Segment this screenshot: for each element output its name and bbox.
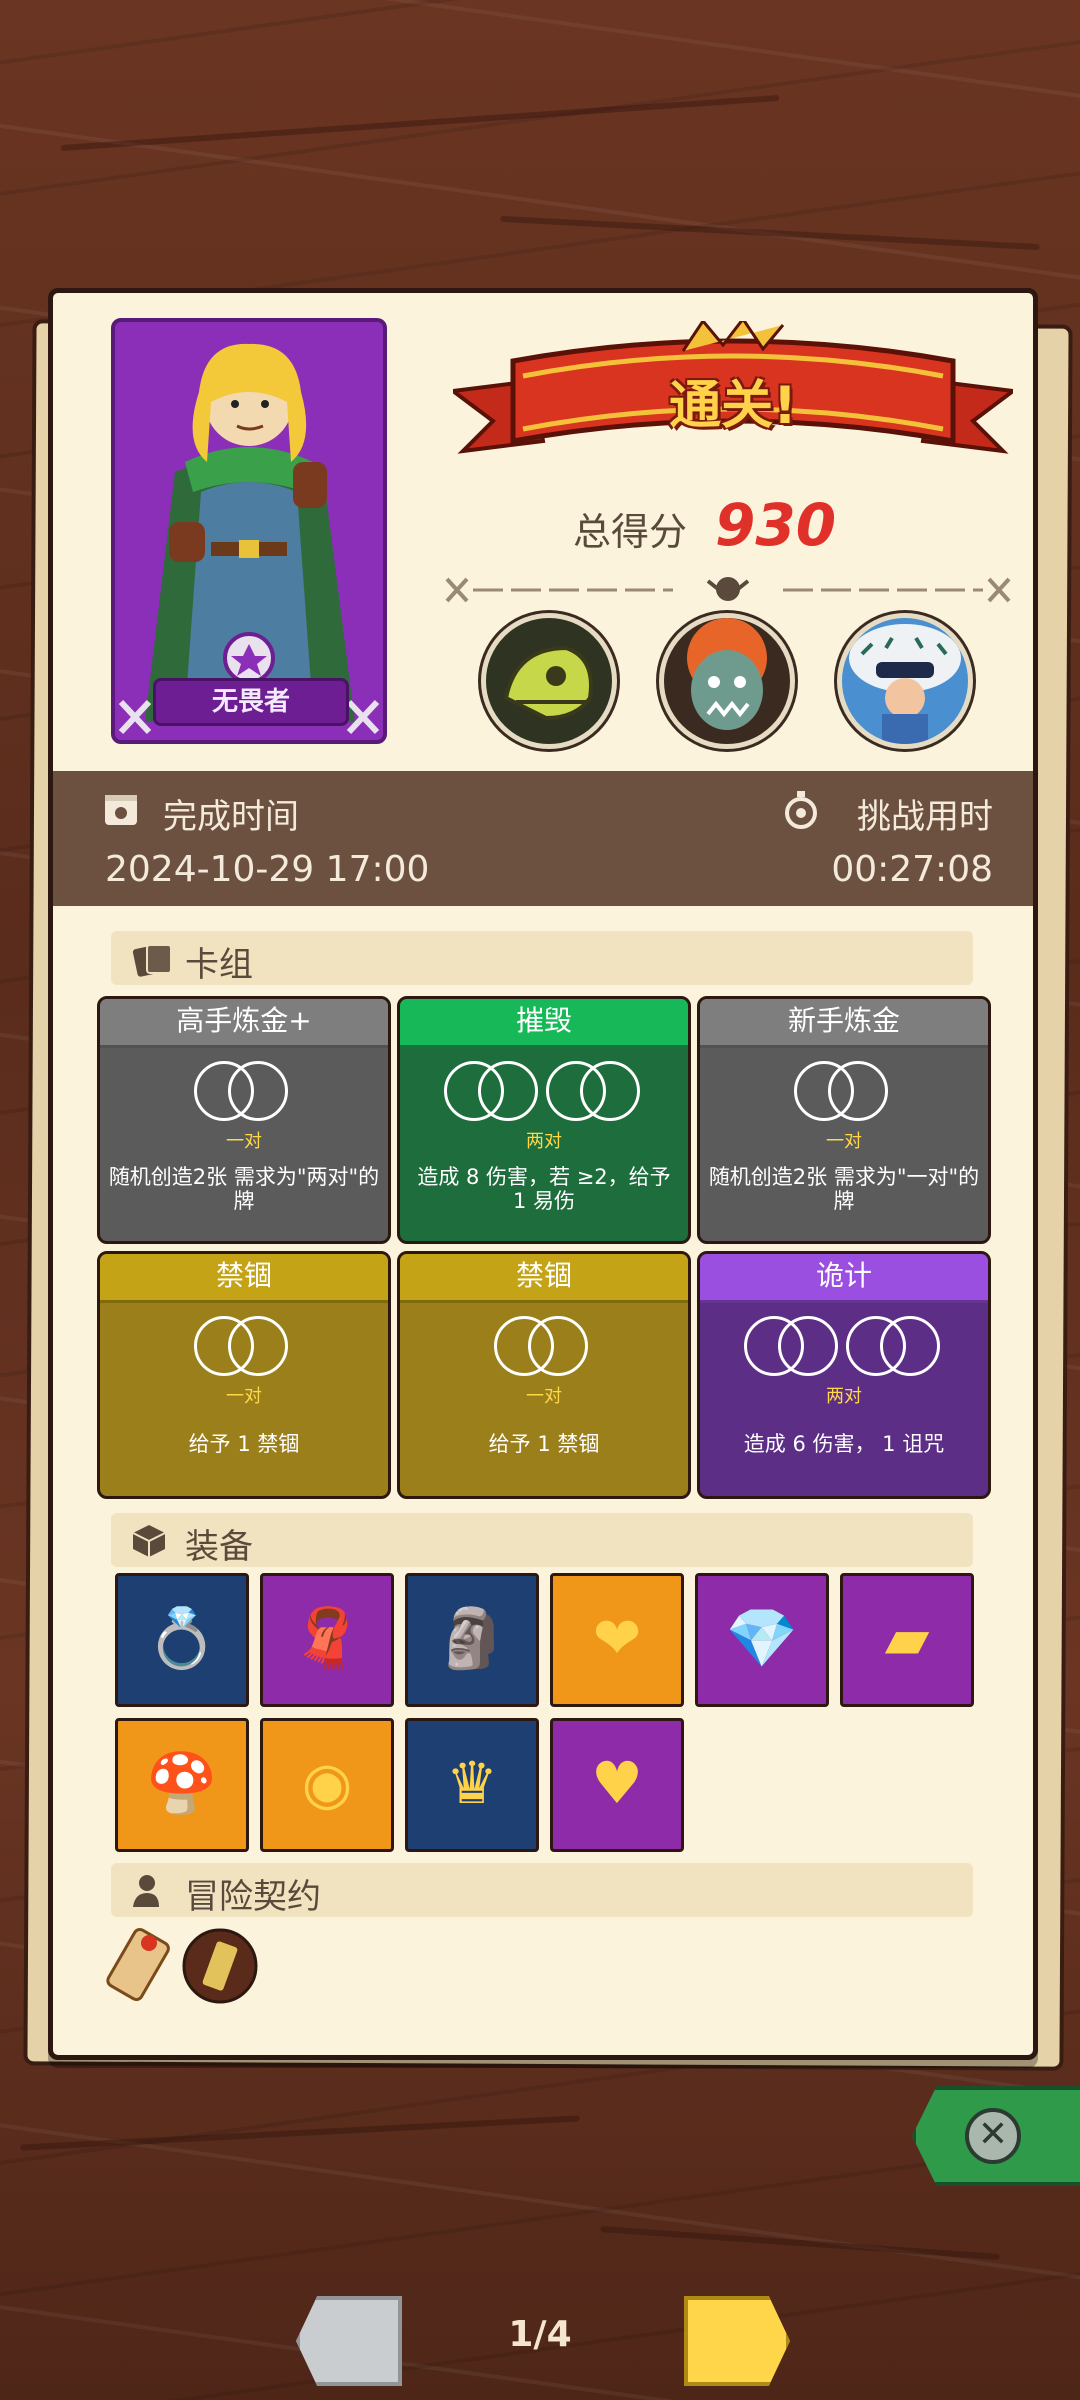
victory-banner: 通关! xyxy=(447,316,1019,491)
blue-mushroom-icon: 🍄 xyxy=(145,1749,219,1817)
deck-card[interactable]: 禁锢一对给予 1 禁锢 xyxy=(397,1251,691,1499)
equipment-slot[interactable]: ♛ xyxy=(405,1718,539,1852)
heart-amulet-icon: ♥ xyxy=(591,1749,643,1817)
equipment-slot[interactable]: ◉ xyxy=(260,1718,394,1852)
previous-page-button[interactable] xyxy=(296,2296,402,2386)
equipment-slot[interactable]: 💎 xyxy=(695,1573,829,1707)
complete-time-label: 完成时间 xyxy=(163,797,299,837)
masked-spirit-enemy-icon xyxy=(837,613,973,749)
equipment-slot[interactable]: 🗿 xyxy=(405,1573,539,1707)
challenge-time-label: 挑战用时 xyxy=(857,797,993,837)
pair-rings-icon xyxy=(100,1061,388,1125)
token-icon[interactable] xyxy=(181,1927,259,2005)
equipment-slot[interactable]: 🧣 xyxy=(260,1573,394,1707)
totem-icon: 🗿 xyxy=(435,1604,509,1672)
equipment-slot[interactable]: ♥ xyxy=(550,1718,684,1852)
pair-rings-icon xyxy=(700,1061,988,1125)
deck-card[interactable]: 禁锢一对给予 1 禁锢 xyxy=(97,1251,391,1499)
deck-card[interactable]: 诡计两对造成 6 伤害， 1 诅咒 xyxy=(697,1251,991,1499)
pair-rings-icon xyxy=(400,1061,688,1125)
card-description: 造成 6 伤害， 1 诅咒 xyxy=(743,1432,945,1456)
card-description: 造成 8 伤害，若 ≥2，给予 1 易伤 xyxy=(417,1165,671,1213)
victory-title: 通关! xyxy=(669,376,797,436)
pair-rings-icon xyxy=(400,1316,688,1380)
next-page-button[interactable] xyxy=(684,2296,790,2386)
equipment-slot[interactable]: ❤ xyxy=(550,1573,684,1707)
equipment-title: 装备 xyxy=(185,1527,253,1567)
page-indicator: 1/4 xyxy=(508,2314,572,2355)
challenge-time-value: 00:27:08 xyxy=(831,849,993,890)
pair-rings-icon xyxy=(700,1316,988,1380)
equipment-section-header: 装备 xyxy=(111,1513,973,1567)
contract-title: 冒险契约 xyxy=(185,1877,321,1917)
card-description: 给予 1 禁锢 xyxy=(188,1432,300,1456)
person-icon xyxy=(133,1875,159,1907)
red-cloth-icon: 🧣 xyxy=(290,1604,364,1672)
box-icon xyxy=(132,1525,166,1557)
defeated-enemies xyxy=(481,613,1001,749)
gem-ring-icon: 💎 xyxy=(725,1604,799,1672)
close-icon[interactable]: ✕ xyxy=(965,2108,1021,2164)
card-name: 禁锢 xyxy=(100,1254,388,1303)
stopwatch-icon xyxy=(785,791,817,829)
scroll-icon[interactable] xyxy=(103,1923,175,2007)
card-requirement: 一对 xyxy=(826,1131,862,1152)
deck-title: 卡组 xyxy=(185,945,253,985)
time-band: 完成时间 2024-10-29 17:00 挑战用时 00:27:08 xyxy=(53,771,1033,906)
card-name: 新手炼金 xyxy=(700,999,988,1048)
gold-block-icon: ▰ xyxy=(884,1604,930,1672)
orc-enemy-icon xyxy=(659,613,795,749)
skull-divider xyxy=(445,577,1011,603)
dino-skull-enemy-icon xyxy=(481,613,617,749)
cards-icon xyxy=(132,944,172,977)
card-name: 摧毁 xyxy=(400,999,688,1048)
complete-time-value: 2024-10-29 17:00 xyxy=(105,849,430,890)
gold-ring-icon: 💍 xyxy=(145,1604,219,1672)
snail-shell-icon: ◉ xyxy=(301,1749,353,1817)
score-value: 930 xyxy=(715,491,837,559)
card-requirement: 两对 xyxy=(526,1131,562,1152)
card-description: 随机创造2张 需求为"两对"的牌 xyxy=(108,1165,380,1213)
card-description: 随机创造2张 需求为"一对"的牌 xyxy=(708,1165,980,1213)
card-requirement: 一对 xyxy=(226,1131,262,1152)
crystal-crown-icon: ♛ xyxy=(446,1749,498,1817)
equipment-slot[interactable]: 🍄 xyxy=(115,1718,249,1852)
equipment-slot[interactable]: ▰ xyxy=(840,1573,974,1707)
equipment-slot[interactable]: 💍 xyxy=(115,1573,249,1707)
deck-card[interactable]: 新手炼金一对随机创造2张 需求为"一对"的牌 xyxy=(697,996,991,1244)
card-requirement: 一对 xyxy=(526,1386,562,1407)
hero-name: 无畏者 xyxy=(153,678,349,726)
deck-card[interactable]: 摧毁两对造成 8 伤害，若 ≥2，给予 1 易伤 xyxy=(397,996,691,1244)
score-label: 总得分 xyxy=(573,510,688,554)
hero-portrait: 无畏者 xyxy=(111,318,387,744)
score-row: 总得分 930 xyxy=(573,491,836,559)
card-name: 诡计 xyxy=(700,1254,988,1303)
result-panel: 无畏者 通关! 总得分 930 完成时间 2024-10-29 17:00 挑战… xyxy=(48,288,1038,2060)
card-requirement: 两对 xyxy=(826,1386,862,1407)
heart-box-icon: ❤ xyxy=(592,1604,642,1672)
card-name: 禁锢 xyxy=(400,1254,688,1303)
deck-section-header: 卡组 xyxy=(111,931,973,985)
card-requirement: 一对 xyxy=(226,1386,262,1407)
card-name: 高手炼金+ xyxy=(100,999,388,1048)
card-description: 给予 1 禁锢 xyxy=(488,1432,600,1456)
calendar-icon xyxy=(105,795,137,825)
deck-card[interactable]: 高手炼金+ 一对随机创造2张 需求为"两对"的牌 xyxy=(97,996,391,1244)
pair-rings-icon xyxy=(100,1316,388,1380)
contract-section-header: 冒险契约 xyxy=(111,1863,973,1917)
